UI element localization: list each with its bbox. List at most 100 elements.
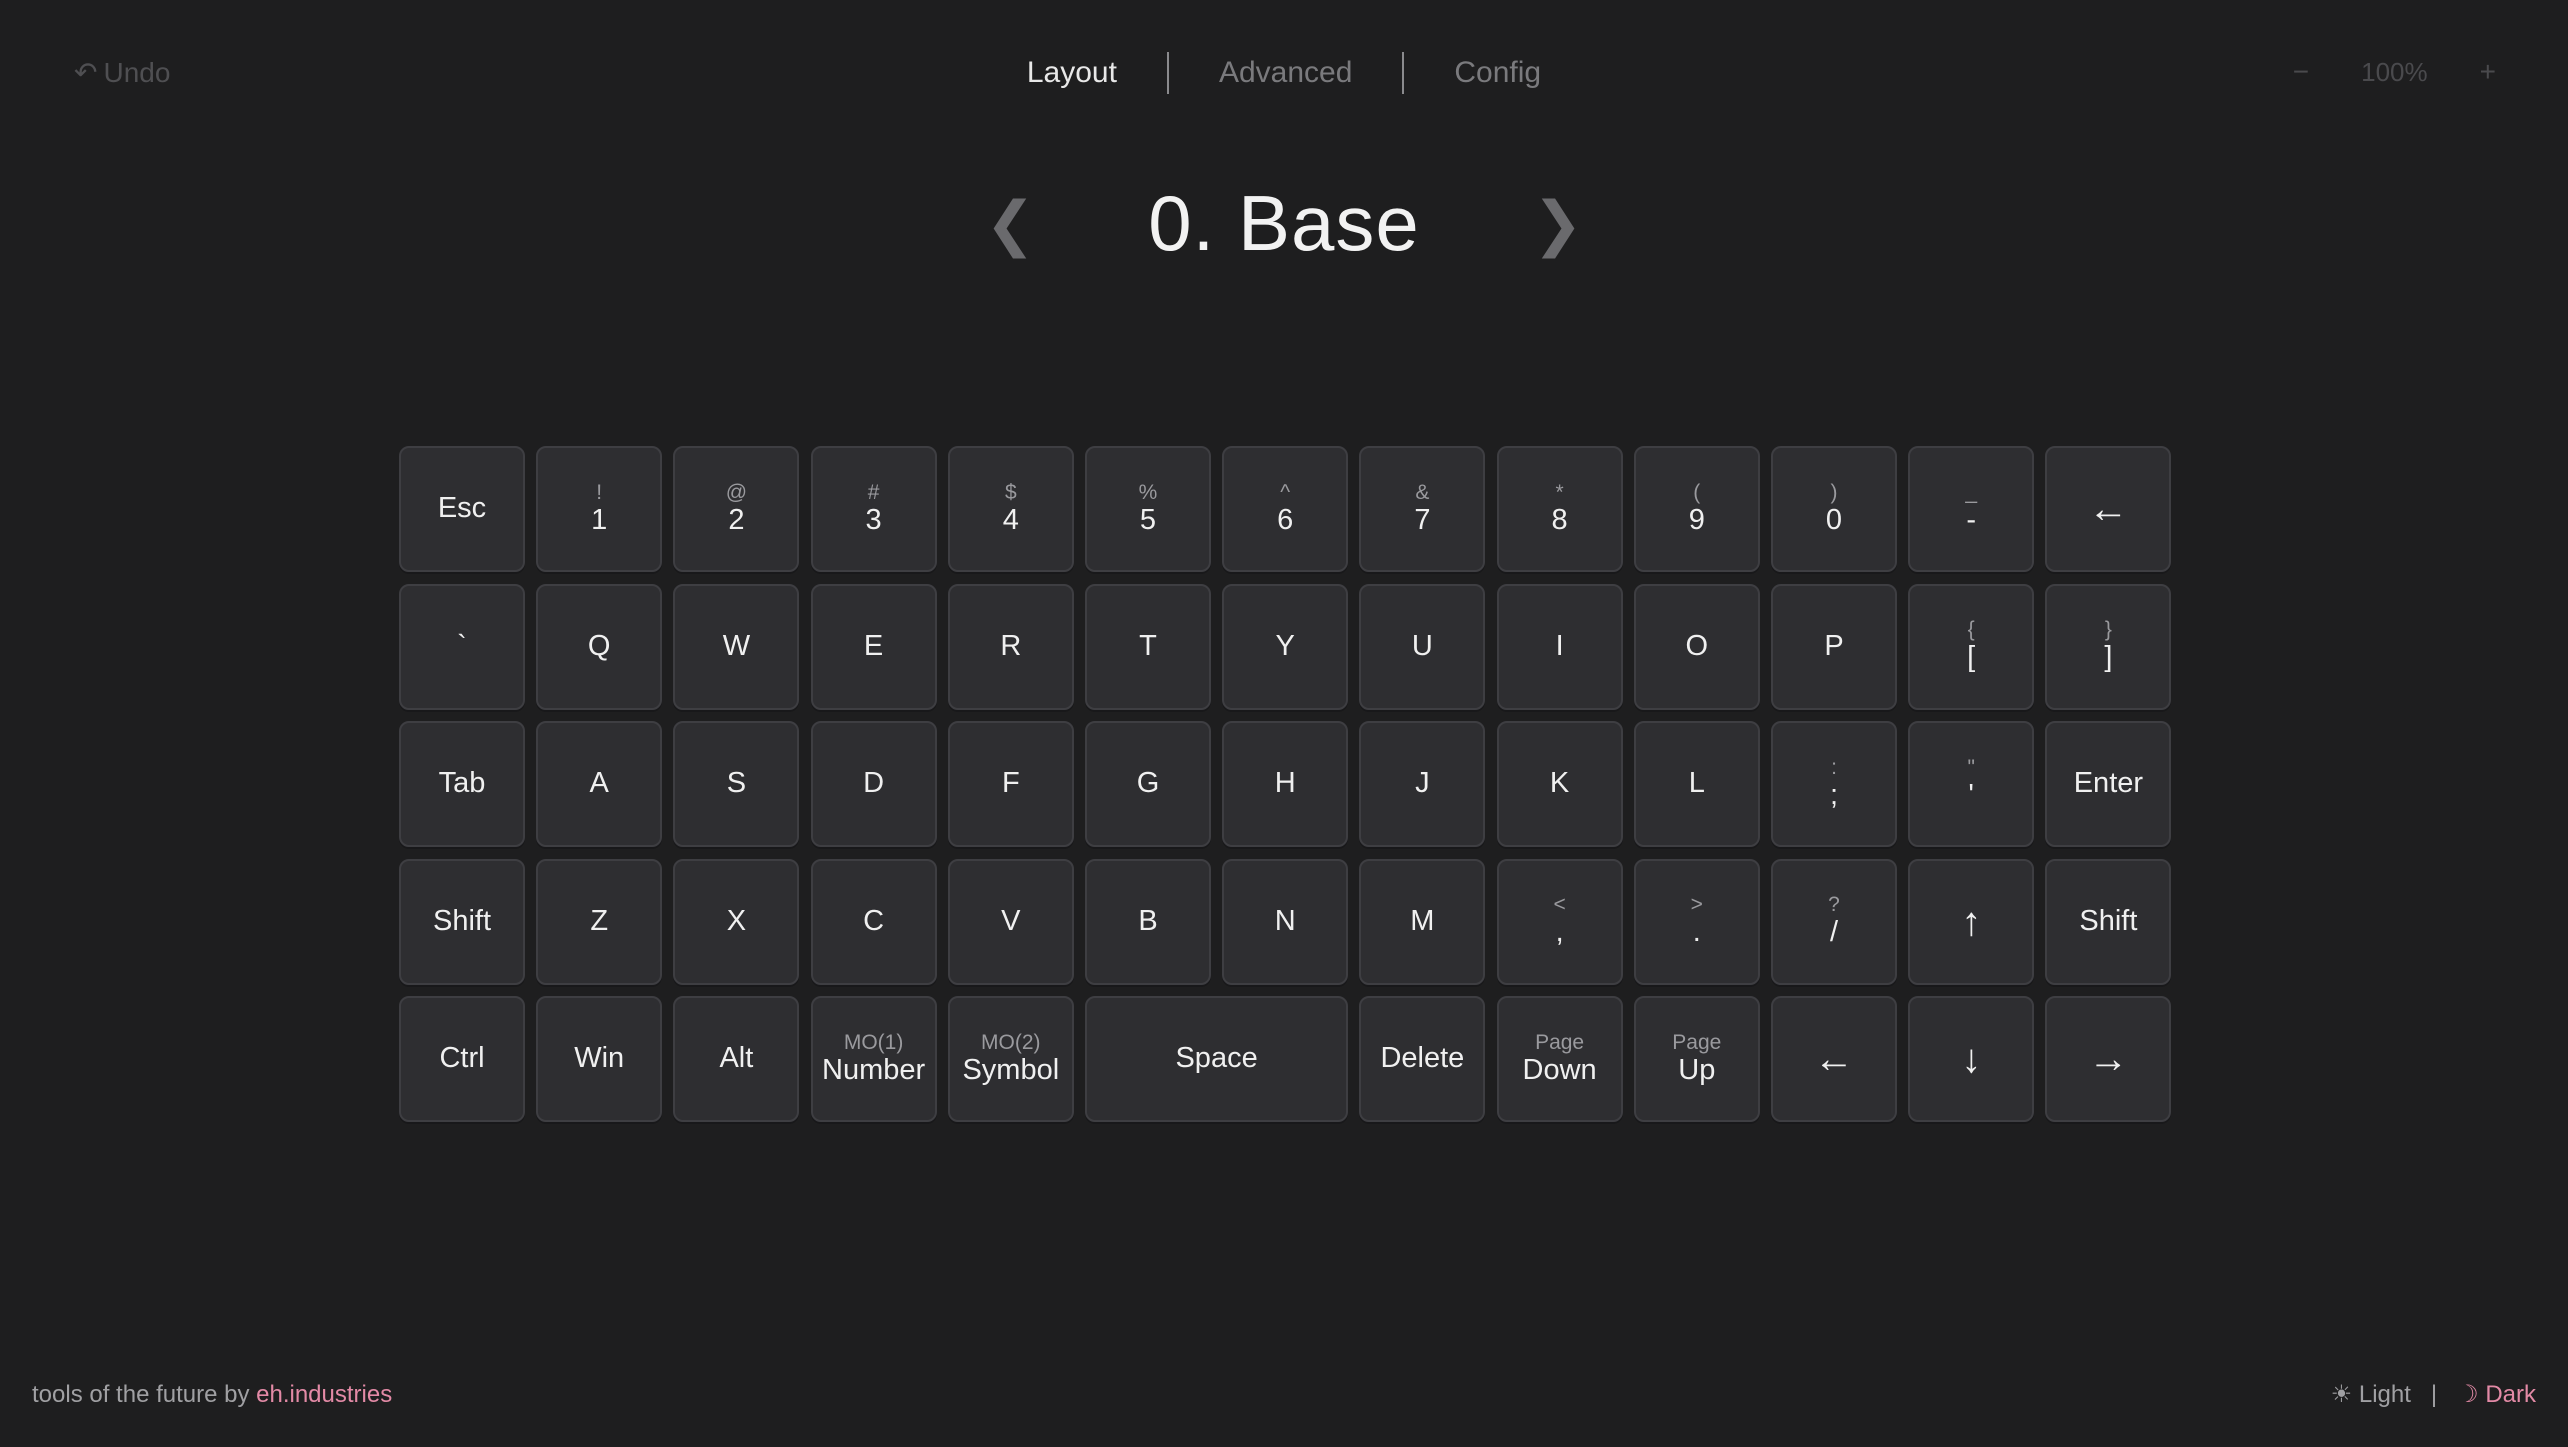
key-legend: ` <box>457 629 467 662</box>
key-w[interactable]: W <box>673 583 800 710</box>
brand-link[interactable]: eh.industries <box>256 1381 392 1408</box>
key-legend: Alt <box>719 1042 754 1075</box>
tab-config[interactable]: Config <box>1454 52 1541 94</box>
key-y[interactable]: Y <box>1222 583 1349 710</box>
key-legend: 3 <box>865 503 882 536</box>
key-legend: Symbol <box>962 1053 1060 1086</box>
key-0[interactable]: ) 0 <box>1771 446 1897 572</box>
key-legend: , <box>1555 916 1564 949</box>
key-o[interactable]: O <box>1633 583 1760 710</box>
arrow-icon: ↑ <box>1961 899 1982 944</box>
key-left-arrow[interactable]: ← <box>1771 996 1897 1122</box>
key-c[interactable]: C <box>810 858 937 985</box>
key-semicolon[interactable]: :; <box>1771 721 1897 847</box>
key-e[interactable]: E <box>810 583 937 710</box>
key-esc[interactable]: Esc <box>399 446 525 572</box>
key-3[interactable]: #3 <box>810 446 937 572</box>
key-shift-legend: MO(1) <box>843 1030 904 1054</box>
key-6[interactable]: ^ 6 <box>1222 446 1349 572</box>
key-legend: 2 <box>728 503 745 536</box>
key-m[interactable]: M <box>1359 858 1486 985</box>
key-period[interactable]: >. <box>1633 858 1760 985</box>
key-alt[interactable]: Alt <box>673 996 800 1122</box>
key-symbol-layer[interactable]: MO(2) Symbol <box>947 996 1074 1122</box>
key-k[interactable]: K <box>1496 721 1623 847</box>
key-up-arrow[interactable]: ↑ <box>1908 858 2035 985</box>
key-x[interactable]: X <box>673 858 800 985</box>
key-legend: Delete <box>1380 1042 1465 1075</box>
key-2[interactable]: @2 <box>673 446 800 572</box>
key-page-down[interactable]: Page Down <box>1496 996 1623 1122</box>
key-p[interactable]: P <box>1771 583 1897 710</box>
key-b[interactable]: B <box>1085 858 1211 985</box>
key-left-shift[interactable]: Shift <box>399 858 525 985</box>
key-right-bracket[interactable]: }] <box>2045 583 2172 710</box>
key-7[interactable]: & 7 <box>1359 446 1486 572</box>
key-tab[interactable]: Tab <box>399 721 525 847</box>
light-theme-button[interactable]: ☀ Light <box>2331 1380 2411 1409</box>
key-4[interactable]: $4 <box>947 446 1074 572</box>
key-u[interactable]: U <box>1359 583 1486 710</box>
key-comma[interactable]: <, <box>1496 858 1623 985</box>
key-a[interactable]: A <box>536 721 663 847</box>
key-backspace[interactable]: ← <box>2045 446 2172 572</box>
zoom-in-button[interactable]: + <box>2480 56 2496 88</box>
moon-icon: ☽ <box>2457 1381 2479 1408</box>
dark-theme-button[interactable]: ☽ Dark <box>2457 1380 2536 1409</box>
key-legend: V <box>1001 904 1021 937</box>
key-8[interactable]: * 8 <box>1496 446 1623 572</box>
key-number-layer[interactable]: MO(1) Number <box>810 996 937 1122</box>
key-r[interactable]: R <box>947 583 1074 710</box>
key-win[interactable]: Win <box>536 996 663 1122</box>
theme-separator: | <box>2430 1380 2438 1408</box>
key-legend: 7 <box>1414 503 1431 536</box>
next-layer-icon[interactable]: ❯ <box>1528 189 1588 259</box>
key-shift-legend: ^ <box>1280 480 1291 504</box>
key-left-bracket[interactable]: {[ <box>1908 583 2035 710</box>
sun-icon: ☀ <box>2330 1381 2353 1408</box>
key-legend: Y <box>1275 629 1295 662</box>
key-legend: Z <box>590 904 609 937</box>
key-grave[interactable]: ` <box>399 583 525 710</box>
theme-switcher: ☀ Light | ☽ Dark <box>2331 1380 2536 1409</box>
key-s[interactable]: S <box>673 721 800 847</box>
key-shift-legend: < <box>1553 893 1566 917</box>
key-ctrl[interactable]: Ctrl <box>399 996 525 1122</box>
key-right-arrow[interactable]: → <box>2045 996 2172 1122</box>
prev-layer-icon[interactable]: ❮ <box>980 189 1040 259</box>
main-tabs: Layout Advanced Config <box>0 52 2568 94</box>
key-h[interactable]: H <box>1222 721 1349 847</box>
key-i[interactable]: I <box>1496 583 1623 710</box>
tab-layout[interactable]: Layout <box>1027 52 1117 94</box>
key-f[interactable]: F <box>947 721 1074 847</box>
key-j[interactable]: J <box>1359 721 1486 847</box>
key-1[interactable]: ! 1 <box>536 446 663 572</box>
key-down-arrow[interactable]: ↓ <box>1908 996 2035 1122</box>
zoom-out-button[interactable]: − <box>2293 56 2309 88</box>
key-d[interactable]: D <box>810 721 937 847</box>
key-g[interactable]: G <box>1085 721 1211 847</box>
key-right-shift[interactable]: Shift <box>2045 858 2172 985</box>
key-slash[interactable]: ? / <box>1771 858 1897 985</box>
key-shift-legend: } <box>2104 618 2112 642</box>
key-5[interactable]: % 5 <box>1085 446 1211 572</box>
key-z[interactable]: Z <box>536 858 663 985</box>
key-enter[interactable]: Enter <box>2045 721 2172 847</box>
key-space[interactable]: Space <box>1085 996 1349 1122</box>
key-minus[interactable]: _ - <box>1908 446 2035 572</box>
key-l[interactable]: L <box>1633 721 1760 847</box>
key-legend: U <box>1411 629 1433 662</box>
key-page-up[interactable]: Page Up <box>1633 996 1760 1122</box>
key-v[interactable]: V <box>947 858 1074 985</box>
key-quote[interactable]: " ' <box>1908 721 2035 847</box>
key-q[interactable]: Q <box>536 583 663 710</box>
key-n[interactable]: N <box>1222 858 1349 985</box>
key-legend: Ctrl <box>439 1042 485 1075</box>
key-t[interactable]: T <box>1085 583 1211 710</box>
key-9[interactable]: (9 <box>1633 446 1760 572</box>
tab-advanced[interactable]: Advanced <box>1219 52 1352 94</box>
key-legend: I <box>1555 629 1564 662</box>
footer-credit: tools of the future by eh.industries <box>32 1381 392 1409</box>
key-delete[interactable]: Delete <box>1359 996 1486 1122</box>
key-shift-legend: Page <box>1672 1030 1722 1054</box>
